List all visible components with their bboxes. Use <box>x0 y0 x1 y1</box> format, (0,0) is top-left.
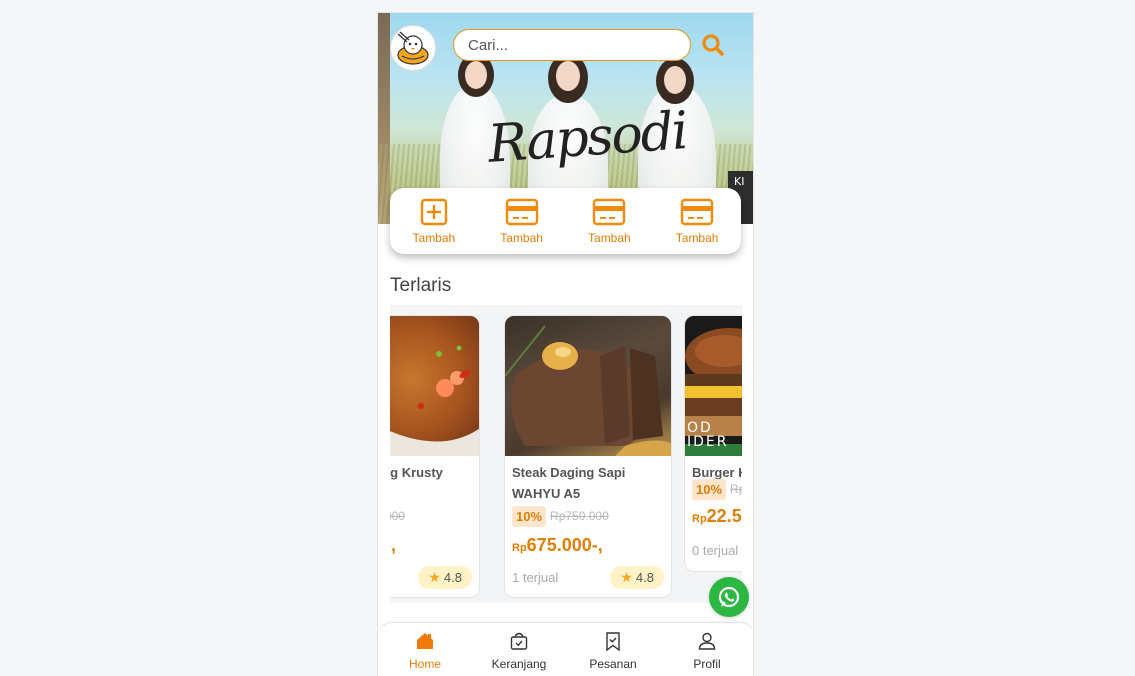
product-name: eng Krusty <box>378 465 443 480</box>
fried-rice-photo-detail <box>383 345 479 456</box>
discount-badge: 10% <box>692 478 727 500</box>
search-icon <box>702 34 724 56</box>
chicken-logo-icon <box>397 31 429 65</box>
quick-menu-label: Tambah <box>675 231 719 245</box>
product-price-value: 675.000-, <box>526 535 603 555</box>
card-icon <box>593 198 626 226</box>
app-screen: Rapsodi KI Tambah <box>377 12 754 676</box>
quick-menu: Tambah Tambah Tambah Tambah <box>390 188 741 254</box>
product-footer: 1 terjual ★ 4.8 <box>505 561 671 597</box>
whatsapp-chat-button[interactable] <box>709 577 749 617</box>
product-price: 0-, <box>378 527 479 561</box>
product-price-row: 10% Rp750.000 <box>505 505 671 527</box>
star-icon: ★ <box>620 568 633 585</box>
nav-label: Keranjang <box>491 656 547 671</box>
quick-menu-card-2[interactable]: Tambah <box>569 197 649 245</box>
product-sold-count: 0 terjual <box>692 542 739 558</box>
product-card[interactable]: Steak Daging Sapi WAHYU A5 10% Rp750.000… <box>504 315 672 598</box>
carousel-edge-left <box>378 305 390 603</box>
whatsapp-icon <box>718 586 740 608</box>
section-title-bestseller: Terlaris <box>390 275 452 296</box>
quick-menu-card-1[interactable]: Tambah <box>482 197 562 245</box>
product-footer: ★ 4.8 <box>378 561 479 597</box>
banner-figure-face <box>556 61 580 91</box>
card-icon <box>505 198 538 226</box>
nav-label: Profil <box>693 656 721 671</box>
currency-label: Rp <box>692 513 707 525</box>
bookmark-check-icon <box>606 631 620 651</box>
product-price: Rp675.000-, <box>505 527 671 561</box>
product-rating-value: 4.8 <box>443 569 462 585</box>
product-rating: ★ 4.8 <box>418 565 472 589</box>
burger-photo-text-2: IDER <box>687 434 729 450</box>
product-rating-value: 4.8 <box>635 569 654 585</box>
product-sold-count: 1 terjual <box>512 569 559 585</box>
product-name: Steak Daging Sapi WAHYU A5 <box>512 465 626 501</box>
star-icon: ★ <box>428 568 441 585</box>
quick-menu-card-3[interactable]: Tambah <box>657 197 737 245</box>
bottom-navigation: Home Keranjang Pesanan Profil <box>378 622 753 676</box>
banner-figure-face <box>465 61 487 89</box>
nav-label: Home <box>408 656 441 671</box>
plus-square-icon <box>420 198 448 226</box>
quick-menu-label: Tambah <box>412 231 456 245</box>
product-rating: ★ 4.8 <box>610 565 664 589</box>
banner-figure-face <box>664 66 686 94</box>
nav-label: Pesanan <box>589 656 637 671</box>
product-carousel[interactable]: eng Krusty 0.000 0-, ★ 4.8 <box>378 305 753 603</box>
product-photo-steak <box>505 316 671 456</box>
product-price-row: 0.000 <box>378 505 479 527</box>
app-logo[interactable] <box>390 25 436 71</box>
product-price-value: 22.5 <box>706 506 742 526</box>
currency-label: Rp <box>512 542 527 554</box>
home-icon <box>417 632 433 649</box>
card-icon <box>680 198 714 226</box>
search-input[interactable] <box>453 29 691 61</box>
nav-profile[interactable]: Profil <box>662 631 752 671</box>
carousel-edge-right <box>742 305 753 603</box>
product-photo-fried-rice <box>378 316 479 456</box>
shopping-bag-icon <box>510 632 528 650</box>
product-card[interactable]: eng Krusty 0.000 0-, ★ 4.8 <box>378 315 480 598</box>
search-button[interactable] <box>700 32 726 58</box>
nav-cart[interactable]: Keranjang <box>474 631 564 671</box>
quick-menu-add[interactable]: Tambah <box>394 197 474 245</box>
discount-badge: 10% <box>512 505 547 527</box>
nav-orders[interactable]: Pesanan <box>568 631 658 671</box>
user-icon <box>698 632 716 650</box>
quick-menu-label: Tambah <box>500 231 543 245</box>
steak-photo-detail <box>505 325 671 456</box>
nav-home[interactable]: Home <box>380 631 470 671</box>
product-old-price: Rp750.000 <box>550 509 609 523</box>
quick-menu-label: Tambah <box>588 231 631 245</box>
